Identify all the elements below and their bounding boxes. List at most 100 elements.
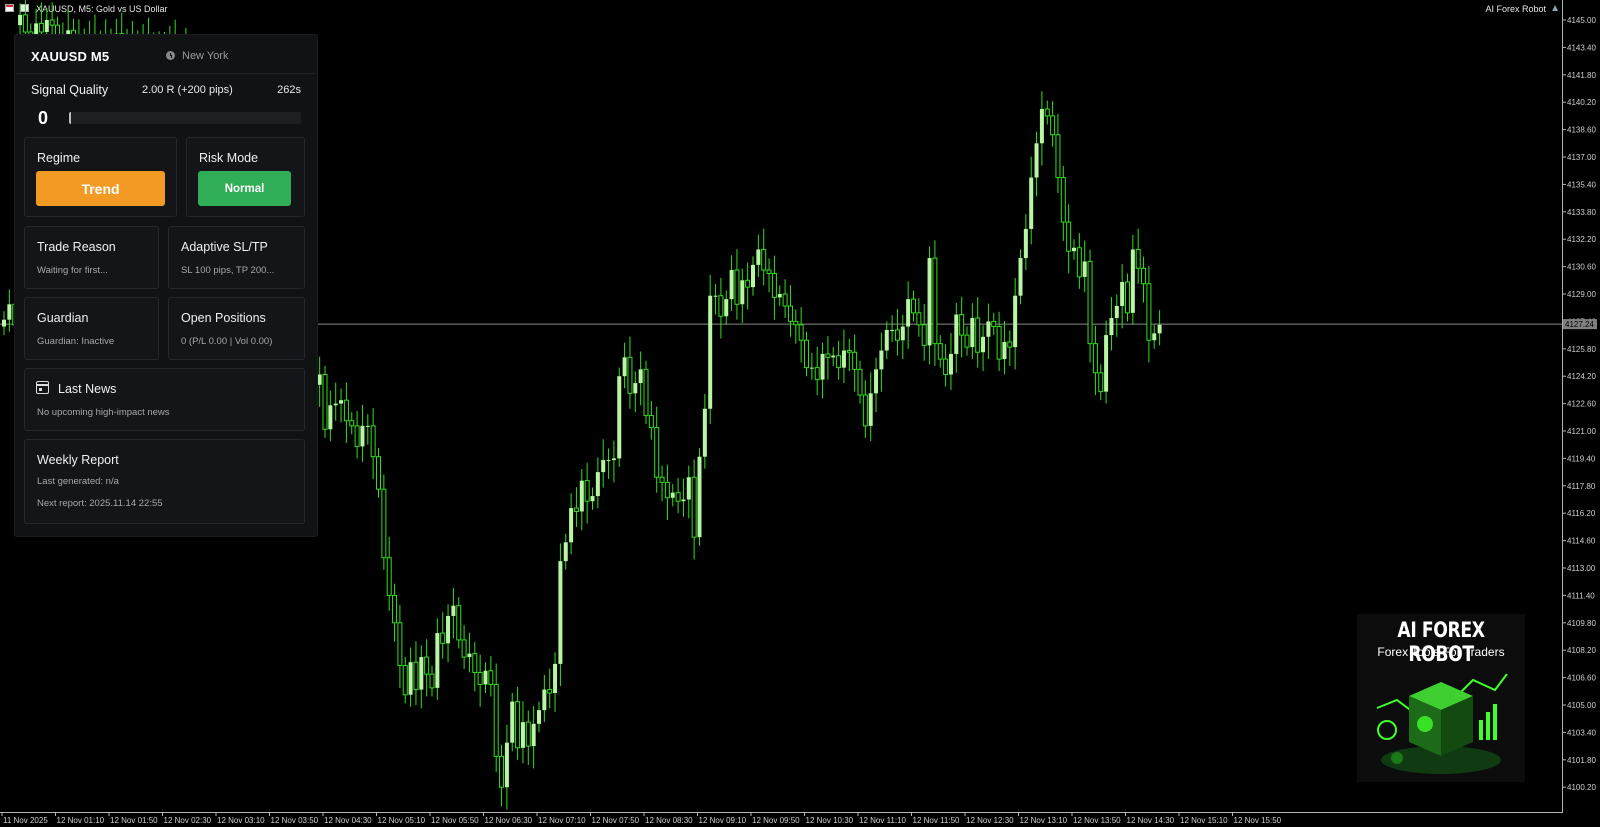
candle-body — [1152, 333, 1157, 341]
price-tick-label: 4114.60 — [1567, 537, 1596, 546]
time-tick-label: 11 Nov 2025 — [3, 816, 48, 825]
candle-body — [333, 403, 338, 406]
candle-body — [943, 358, 949, 375]
brand-subtitle: Forex Tools For Traders — [1377, 645, 1505, 659]
candle-body — [537, 710, 541, 724]
candle-body — [740, 280, 745, 305]
candle-body — [986, 321, 991, 337]
candle-body — [814, 367, 820, 381]
time-tick-label: 12 Nov 12:30 — [966, 816, 1014, 825]
price-tick-label: 4133.80 — [1567, 208, 1596, 217]
candle-body — [852, 351, 858, 370]
time-tick-label: 12 Nov 09:50 — [752, 816, 800, 825]
candle-body — [1066, 221, 1072, 252]
time-tick-label: 12 Nov 13:50 — [1073, 816, 1121, 825]
price-tick-label: 4116.20 — [1567, 509, 1596, 518]
time-tick-label: 12 Nov 10:30 — [806, 816, 854, 825]
candle-body — [841, 350, 846, 368]
time-tick-label: 12 Nov 08:30 — [645, 816, 693, 825]
candle-body — [1098, 372, 1104, 393]
candle-body — [467, 653, 472, 658]
price-tick-label: 4145.00 — [1567, 16, 1596, 25]
candle-body — [424, 656, 430, 675]
open-positions-title: Open Positions — [181, 311, 266, 325]
price-tick-label: 4113.00 — [1567, 564, 1596, 573]
candle-body — [782, 293, 788, 307]
candle-body — [349, 420, 355, 427]
time-tick-label: 12 Nov 01:10 — [57, 816, 105, 825]
price-tick-label: 4101.80 — [1567, 756, 1596, 765]
last-news-title: Last News — [58, 382, 117, 396]
candle-body — [22, 14, 28, 33]
candle-body — [777, 294, 782, 298]
time-tick-label: 12 Nov 07:50 — [592, 816, 640, 825]
candle-body — [745, 279, 751, 288]
candle-body — [916, 312, 922, 326]
price-tick-label: 4129.00 — [1567, 290, 1596, 299]
candle-body — [381, 488, 387, 559]
price-tick-label: 4122.60 — [1567, 400, 1596, 409]
candle-body — [1146, 283, 1152, 341]
time-tick-label: 12 Nov 09:10 — [699, 816, 747, 825]
candle-body — [392, 594, 398, 624]
time-tick-label: 12 Nov 03:50 — [271, 816, 319, 825]
candle-body — [809, 367, 814, 369]
candle-body — [643, 368, 649, 417]
candle-body — [38, 22, 44, 33]
candle-body — [510, 701, 515, 743]
candle-body — [927, 258, 932, 346]
signal-quality-label: Signal Quality — [31, 83, 109, 97]
candle-body — [831, 355, 836, 358]
candle-body — [713, 295, 718, 297]
time-axis: 11 Nov 2025 12 Nov 01:10 12 Nov 01:50 12 No… — [0, 812, 1563, 825]
candle-body — [681, 499, 686, 502]
candle-body — [44, 20, 49, 32]
candle-body — [365, 425, 370, 427]
header-divider — [15, 73, 317, 74]
open-positions-text: 0 (P/L 0.00 | Vol 0.00) — [181, 336, 273, 347]
candle-body — [429, 673, 435, 689]
guardian-card: Guardian Guardian: Inactive — [24, 297, 159, 360]
candle-body — [1092, 343, 1098, 374]
adaptive-sltp-text: SL 100 pips, TP 200... — [181, 265, 275, 276]
candle-body — [413, 661, 419, 691]
dashboard-panel: XAUUSD M5 New York Signal Quality 2.00 R… — [15, 35, 317, 536]
weekly-report-title: Weekly Report — [37, 453, 119, 467]
risk-mode-badge[interactable]: Normal — [198, 171, 291, 206]
regime-title: Regime — [37, 151, 81, 165]
price-tick-label: 4132.20 — [1567, 235, 1596, 244]
candle-body — [1125, 281, 1130, 314]
candle-body — [981, 336, 986, 353]
candle-body — [771, 272, 777, 298]
regime-badge[interactable]: Trend — [36, 171, 165, 206]
candle-body — [553, 663, 558, 694]
candle-body — [49, 19, 55, 26]
price-tick-label: 4125.80 — [1567, 345, 1596, 354]
candle-body — [708, 295, 713, 409]
candle-body — [558, 561, 563, 664]
candle-body — [573, 507, 579, 512]
price-tick-label: 4119.40 — [1567, 454, 1596, 463]
time-tick-label: 12 Nov 13:10 — [1020, 816, 1068, 825]
candle-body — [691, 476, 697, 538]
time-tick-label: 12 Nov 01:50 — [110, 816, 158, 825]
guardian-text: Guardian: Inactive — [37, 336, 115, 347]
candle-body — [836, 355, 842, 369]
candle-body — [370, 425, 376, 458]
candle-body — [1109, 317, 1114, 336]
candle-body — [477, 671, 483, 685]
guardian-title: Guardian — [37, 311, 89, 325]
candle-body — [1055, 134, 1061, 179]
candle-body — [697, 456, 702, 538]
candle-body — [1023, 228, 1028, 259]
time-tick-label: 12 Nov 11:10 — [859, 816, 907, 825]
candle-body — [456, 605, 462, 641]
candle-body — [402, 665, 408, 696]
candle-body — [1087, 260, 1093, 345]
candle-body — [937, 343, 943, 360]
price-tick-label: 4135.40 — [1567, 180, 1596, 189]
candle-body — [328, 405, 333, 430]
price-tick-label: 4103.40 — [1567, 728, 1596, 737]
candle-body — [879, 350, 884, 370]
candle-body — [606, 460, 611, 462]
